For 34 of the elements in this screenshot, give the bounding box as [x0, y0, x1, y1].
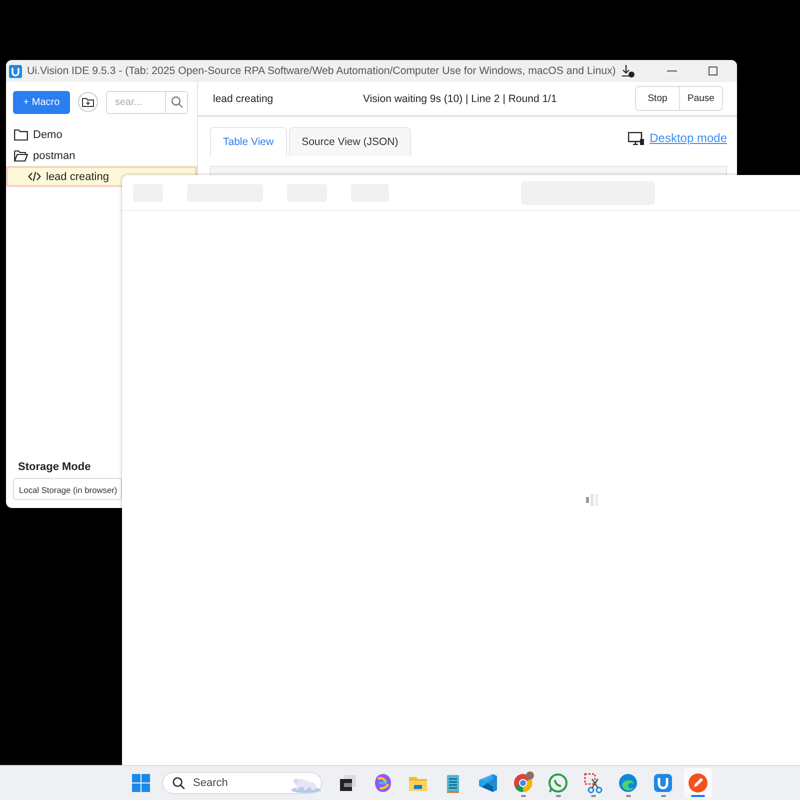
macro-search-input[interactable]: sear... — [107, 92, 165, 112]
pause-button[interactable]: Pause — [679, 87, 722, 110]
chat-icon — [546, 771, 570, 795]
tree-item[interactable]: postman — [6, 145, 197, 166]
code-editor-icon — [476, 771, 500, 795]
tree-item[interactable]: Demo — [6, 124, 197, 145]
folder-icon — [14, 128, 28, 140]
folder-plus-icon — [82, 97, 94, 107]
storage-mode-label: Storage Mode — [17, 461, 92, 475]
download-icon[interactable] — [620, 64, 635, 78]
browser-icon — [616, 771, 640, 795]
app-logo-icon — [9, 64, 22, 78]
view-tab[interactable]: Source View (JSON) — [288, 127, 412, 156]
macro-name: lead creating — [213, 92, 274, 104]
taskbar-search-bar[interactable]: Search — [162, 772, 322, 794]
search-icon — [170, 96, 182, 108]
macro-search-bar[interactable]: sear... — [106, 90, 188, 114]
search-button[interactable] — [165, 92, 187, 112]
search-icon — [172, 776, 185, 790]
view-tab[interactable]: Table View — [210, 127, 287, 156]
taskbar-search-input[interactable]: Search — [191, 776, 285, 790]
pen-app-icon — [686, 771, 710, 795]
code-icon — [28, 171, 41, 182]
add-macro-button[interactable]: + Macro — [13, 90, 70, 114]
maximize-icon[interactable] — [708, 66, 718, 76]
storage-mode-select[interactable]: Local Storage (in browser) — [13, 478, 122, 500]
status-text: Vision waiting 9s (10) | Line 2 | Round 1/1 — [363, 92, 558, 104]
u-app-icon — [651, 771, 675, 795]
browser-icon — [511, 771, 535, 795]
monitor-icon — [628, 132, 644, 144]
open-folder-icon — [14, 150, 28, 162]
start-icon — [129, 771, 153, 795]
new-folder-button[interactable] — [78, 92, 98, 112]
window-title: Ui.Vision IDE 9.5.3 - (Tab: 2025 Open-Source RPA Software/Web Automation/Computer Use for Windows, macOS and Linux) — [27, 65, 616, 77]
